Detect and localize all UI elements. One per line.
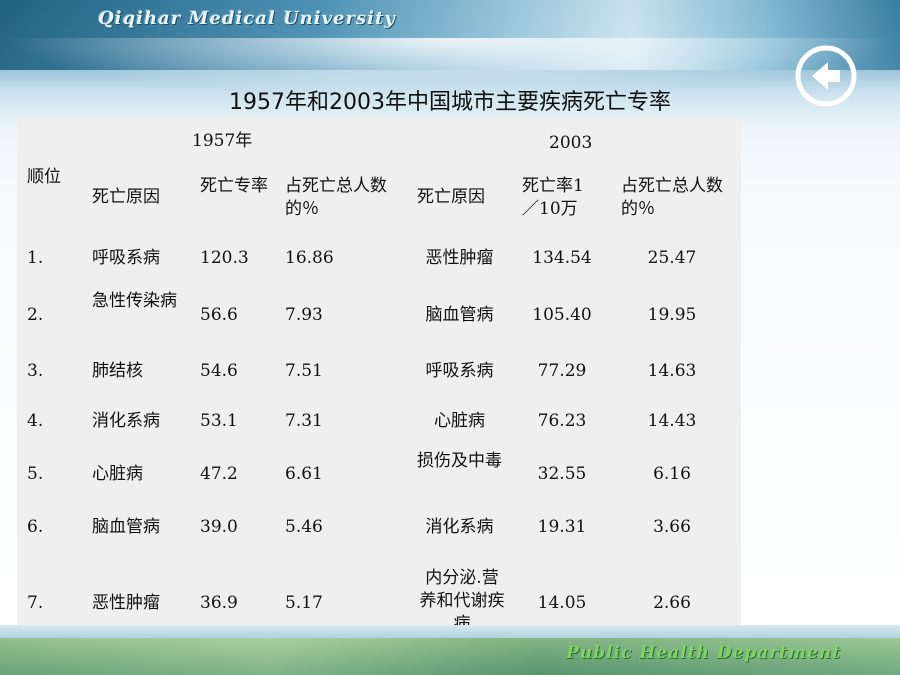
cause-header-2003: 死亡原因 — [417, 187, 485, 207]
table-row-5-cause-1957: 心脏病 — [92, 464, 143, 484]
table-row-2-rate-1957: 56.6 — [200, 305, 238, 325]
rate-header-2003: 死亡率1／10万 — [522, 176, 584, 219]
table-row-4-rate-2003: 76.23 — [537, 411, 587, 431]
table-row-5-rate-1957: 47.2 — [200, 464, 238, 484]
table-row-2-cause-2003: 脑血管病 — [425, 305, 494, 325]
table-row-6-pct-2003: 3.66 — [653, 517, 691, 537]
table-row-1-pct-2003: 25.47 — [647, 248, 697, 268]
table-row-4-cause-1957: 消化系病 — [92, 411, 160, 431]
table-row-5-cause-2003: 损伤及中毒 — [417, 451, 502, 471]
table-row-7-pct-2003: 2.66 — [653, 593, 691, 613]
table-row-2-rate-2003: 105.40 — [532, 305, 592, 325]
university-logo-text: Qiqihar Medical University — [98, 8, 396, 29]
cause-header-1957: 死亡原因 — [92, 187, 160, 207]
table-row-6-rate-1957: 39.0 — [200, 517, 238, 537]
table-row-3-pct-1957: 7.51 — [285, 361, 323, 381]
table-row-6-pct-1957: 5.46 — [285, 517, 323, 537]
table-row-5-pct-2003: 6.16 — [653, 464, 691, 484]
year-1957-header: 1957年 — [192, 131, 253, 151]
table-row-2-cause-1957: 急性传染病 — [92, 291, 177, 311]
table-row-2-pct-1957: 7.93 — [285, 305, 323, 325]
table-row-2-pct-2003: 19.95 — [647, 305, 697, 325]
table-row-4-rate-1957: 53.1 — [200, 411, 238, 431]
table-row-6-cause-1957: 脑血管病 — [92, 517, 160, 537]
table-row-3-rate-2003: 77.29 — [537, 361, 587, 381]
table-row-2-rank: 2. — [27, 305, 44, 325]
year-2003-header: 2003 — [549, 133, 593, 153]
mortality-table: 1957年 2003 顺位 死亡原因 死亡专率 占死亡总人数的％ 死亡原因 死亡… — [17, 118, 741, 652]
table-row-7-pct-1957: 5.17 — [285, 593, 323, 613]
table-row-7-rate-1957: 36.9 — [200, 593, 238, 613]
table-row-3-cause-1957: 肺结核 — [92, 361, 143, 381]
table-row-6-rate-2003: 19.31 — [537, 517, 587, 537]
table-row-3-pct-2003: 14.63 — [647, 361, 697, 381]
department-footer-text: Public Health Department — [566, 643, 841, 663]
table-row-3-cause-2003: 呼吸系病 — [425, 361, 494, 381]
table-row-5-rank: 5. — [27, 464, 44, 484]
table-row-4-pct-1957: 7.31 — [285, 411, 323, 431]
table-row-7-cause-1957: 恶性肿瘤 — [92, 593, 160, 613]
table-row-4-cause-2003: 心脏病 — [434, 411, 485, 431]
table-row-3-rate-1957: 54.6 — [200, 361, 238, 381]
pct-header-2003: 占死亡总人数的％ — [621, 176, 723, 219]
table-row-7-rank: 7. — [27, 593, 44, 613]
rank-header: 顺位 — [27, 167, 61, 187]
page-title: 1957年和2003年中国城市主要疾病死亡专率 — [229, 90, 671, 115]
table-row-1-cause-1957: 呼吸系病 — [92, 248, 160, 268]
pct-header-1957: 占死亡总人数的％ — [285, 176, 387, 219]
table-row-1-rate-2003: 134.54 — [532, 248, 592, 268]
table-row-4-pct-2003: 14.43 — [647, 411, 697, 431]
table-row-3-rank: 3. — [27, 361, 44, 381]
table-row-1-rate-1957: 120.3 — [200, 248, 249, 268]
table-row-6-cause-2003: 消化系病 — [425, 517, 494, 537]
table-row-1-pct-1957: 16.86 — [285, 248, 334, 268]
table-row-7-rate-2003: 14.05 — [537, 593, 587, 613]
table-row-1-rank: 1. — [27, 248, 44, 268]
table-row-5-pct-1957: 6.61 — [285, 464, 323, 484]
table-row-1-cause-2003: 恶性肿瘤 — [425, 248, 494, 268]
table-row-5-rate-2003: 32.55 — [537, 464, 587, 484]
table-row-4-rank: 4. — [27, 411, 44, 431]
table-row-6-rank: 6. — [27, 517, 44, 537]
rate-header-1957: 死亡专率 — [200, 176, 268, 196]
